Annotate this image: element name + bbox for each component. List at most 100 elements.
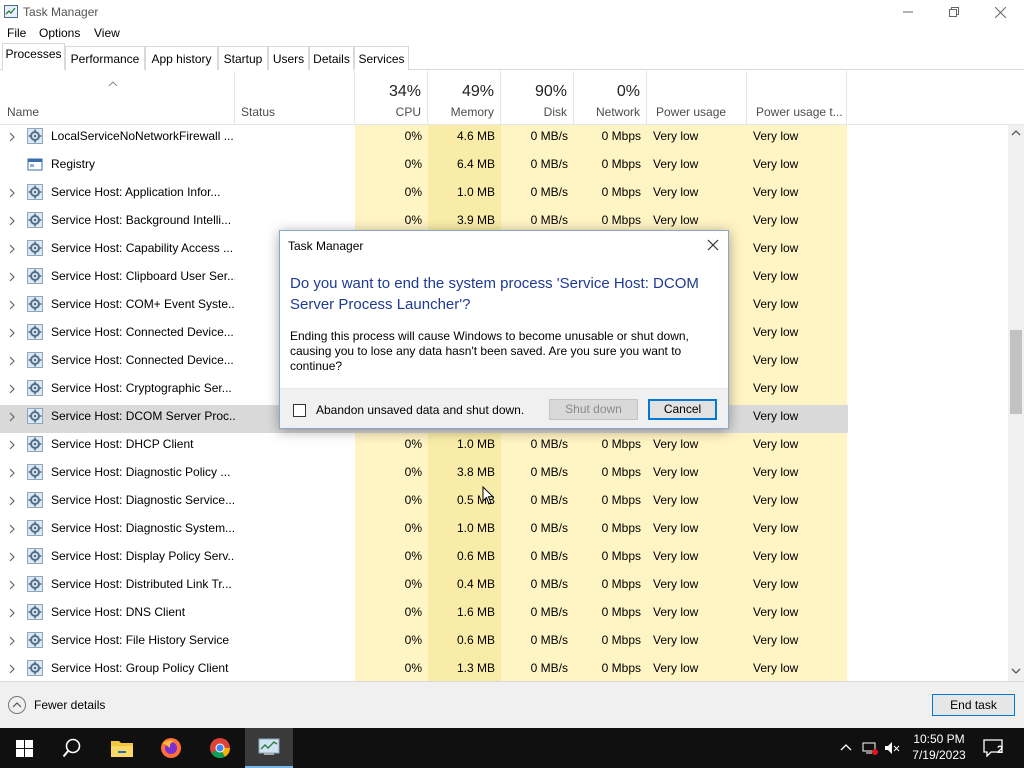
expand-chevron-icon[interactable]: [8, 384, 16, 394]
show-hidden-icons-icon[interactable]: [838, 740, 854, 756]
scroll-up-icon[interactable]: [1011, 129, 1021, 137]
expand-chevron-icon[interactable]: [8, 300, 16, 310]
column-header-name[interactable]: Name: [0, 71, 235, 125]
shut-down-button[interactable]: Shut down: [549, 399, 638, 420]
process-network-value: 0 Mbps: [601, 577, 641, 591]
minimize-icon: [903, 11, 913, 13]
process-power-trend-value: Very low: [753, 661, 799, 675]
process-cpu-value: 0%: [404, 465, 422, 479]
process-row[interactable]: Service Host: Diagnostic Service... 0% 0.5…: [0, 489, 848, 517]
start-button[interactable]: [0, 728, 48, 768]
system-clock[interactable]: 10:50 PM 7/19/2023: [906, 731, 972, 763]
process-memory-value: 3.8 MB: [456, 465, 495, 479]
expand-chevron-icon[interactable]: [8, 356, 16, 366]
process-name: Service Host: Connected Device...: [51, 353, 234, 367]
dialog-footer: Abandon unsaved data and shut down. Shut…: [280, 388, 728, 428]
process-power-trend-value: Very low: [753, 605, 799, 619]
column-header-status[interactable]: Status: [235, 71, 355, 125]
menu-file[interactable]: File: [7, 26, 26, 40]
process-row[interactable]: Service Host: File History Service 0% 0.6 …: [0, 629, 848, 657]
footer-bar: Fewer details End task: [0, 681, 1024, 728]
memory-total: 49%: [461, 83, 494, 100]
expand-chevron-icon[interactable]: [8, 664, 16, 674]
menu-view[interactable]: View: [94, 26, 120, 40]
tab-details[interactable]: Details: [309, 46, 354, 70]
search-button[interactable]: [48, 728, 96, 768]
column-header-power[interactable]: Power usage: [647, 71, 747, 125]
dialog-close-icon[interactable]: [704, 236, 722, 254]
end-task-button[interactable]: End task: [932, 694, 1015, 716]
tab-users[interactable]: Users: [268, 46, 309, 70]
taskbar-task-manager[interactable]: [245, 728, 293, 768]
folder-icon: [111, 741, 133, 757]
column-header-cpu[interactable]: 34% CPU: [355, 71, 428, 125]
process-row[interactable]: Registry 0% 6.4 MB 0 MB/s 0 Mbps Very low Very…: [0, 153, 848, 181]
expand-chevron-icon[interactable]: [8, 188, 16, 198]
tab-performance[interactable]: Performance: [65, 46, 145, 70]
expand-chevron-icon[interactable]: [8, 216, 16, 226]
column-label-status: Status: [241, 105, 276, 119]
menu-options[interactable]: Options: [39, 26, 80, 40]
column-header-power-trend[interactable]: Power usage t...: [747, 71, 847, 125]
volume-muted-icon[interactable]: [884, 740, 900, 756]
cancel-button[interactable]: Cancel: [648, 399, 717, 420]
expand-chevron-icon[interactable]: [8, 132, 16, 142]
fewer-details-link[interactable]: Fewer details: [34, 698, 105, 712]
tab-processes[interactable]: Processes: [2, 43, 65, 70]
process-memory-value: 4.6 MB: [456, 129, 495, 143]
process-network-value: 0 Mbps: [601, 493, 641, 507]
expand-chevron-icon[interactable]: [8, 496, 16, 506]
taskbar-chrome[interactable]: [196, 728, 244, 768]
process-row[interactable]: Service Host: Distributed Link Tr... 0% 0.…: [0, 573, 848, 601]
expand-chevron-icon[interactable]: [8, 272, 16, 282]
close-button[interactable]: [977, 0, 1023, 24]
process-row[interactable]: Service Host: Display Policy Serv... 0% 0.…: [0, 545, 848, 573]
abandon-data-label[interactable]: Abandon unsaved data and shut down.: [316, 403, 524, 417]
expand-chevron-icon[interactable]: [8, 468, 16, 478]
expand-chevron-icon[interactable]: [8, 328, 16, 338]
column-header-memory[interactable]: 49% Memory: [428, 71, 501, 125]
column-header-disk[interactable]: 90% Disk: [501, 71, 574, 125]
process-disk-value: 0 MB/s: [530, 577, 568, 591]
process-power-trend-value: Very low: [753, 633, 799, 647]
taskbar-firefox[interactable]: [147, 728, 195, 768]
process-row[interactable]: Service Host: Group Policy Client 0% 1.3 M…: [0, 657, 848, 681]
process-power-trend-value: Very low: [753, 157, 799, 171]
process-row[interactable]: Service Host: DHCP Client 0% 1.0 MB 0 MB/s 0…: [0, 433, 848, 461]
restore-button[interactable]: [931, 0, 977, 24]
process-name: Service Host: Diagnostic Policy ...: [51, 465, 231, 479]
expand-chevron-icon[interactable]: [8, 636, 16, 646]
tab-services[interactable]: Services: [354, 46, 409, 70]
gear-icon: [27, 436, 43, 452]
action-center-button[interactable]: 2: [976, 728, 1024, 768]
expand-chevron-icon[interactable]: [8, 524, 16, 534]
process-row[interactable]: Service Host: Diagnostic Policy ... 0% 3.8…: [0, 461, 848, 489]
process-power-value: Very low: [653, 549, 699, 563]
gear-icon: [27, 212, 43, 228]
process-name: Service Host: DHCP Client: [51, 437, 194, 451]
scroll-thumb[interactable]: [1010, 330, 1022, 414]
minimize-button[interactable]: [885, 0, 931, 24]
column-label-memory: Memory: [450, 105, 494, 119]
scroll-down-icon[interactable]: [1011, 667, 1021, 675]
column-header-network[interactable]: 0% Network: [574, 71, 647, 125]
process-row[interactable]: Service Host: Application Infor... 0% 1.0 …: [0, 181, 848, 209]
tab-app-history[interactable]: App history: [145, 46, 218, 70]
expand-chevron-icon[interactable]: [8, 608, 16, 618]
process-row[interactable]: Service Host: Diagnostic System... 0% 1.0 …: [0, 517, 848, 545]
abandon-data-checkbox[interactable]: [293, 404, 306, 417]
process-row[interactable]: Service Host: DNS Client 0% 1.6 MB 0 MB/s 0 …: [0, 601, 848, 629]
process-network-value: 0 Mbps: [601, 521, 641, 535]
process-power-trend-value: Very low: [753, 185, 799, 199]
expand-chevron-icon[interactable]: [8, 580, 16, 590]
expand-chevron-icon[interactable]: [8, 412, 16, 422]
taskbar-file-explorer[interactable]: [98, 728, 146, 768]
expand-chevron-icon[interactable]: [8, 440, 16, 450]
fewer-details-icon[interactable]: [8, 696, 26, 714]
window-icon: [27, 158, 43, 171]
expand-chevron-icon[interactable]: [8, 552, 16, 562]
network-icon[interactable]: [862, 740, 878, 756]
tab-startup[interactable]: Startup: [218, 46, 268, 70]
process-row[interactable]: LocalServiceNoNetworkFirewall ... 0% 4.6 M…: [0, 125, 848, 153]
expand-chevron-icon[interactable]: [8, 244, 16, 254]
